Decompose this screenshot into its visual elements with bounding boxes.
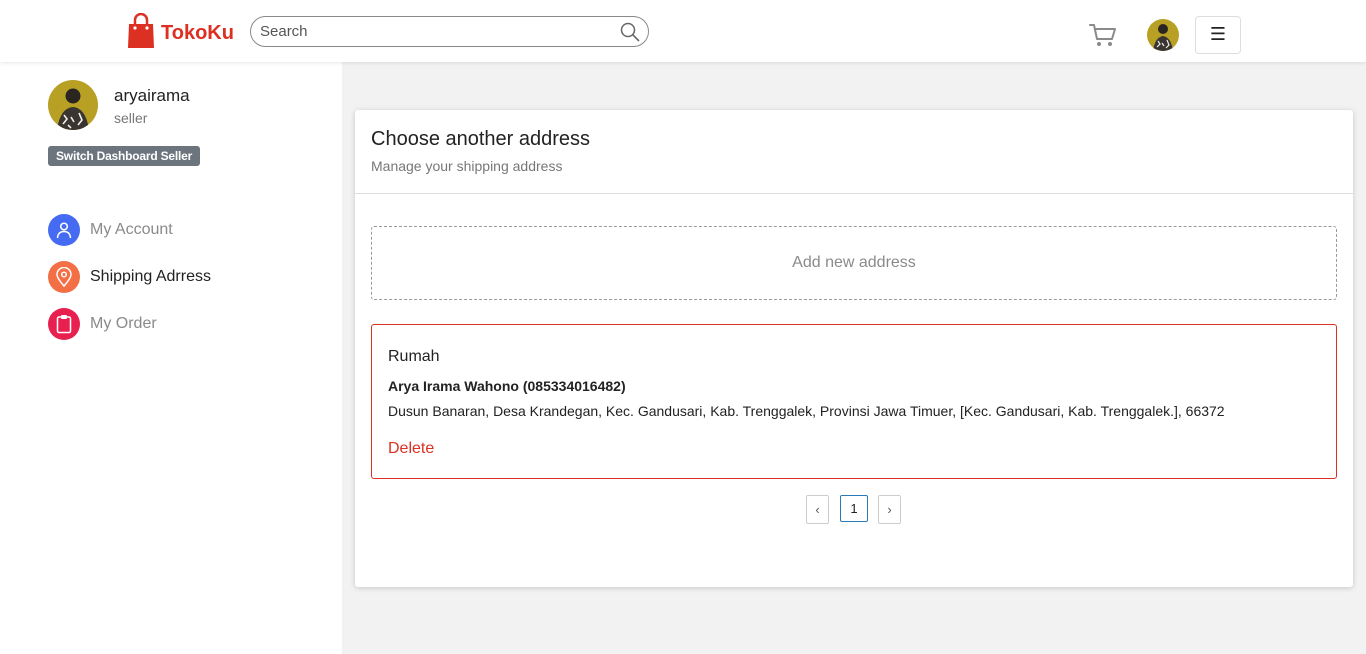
profile-username: aryairama <box>114 86 190 105</box>
sidebar: aryairama seller Switch Dashboard Seller… <box>0 62 342 654</box>
top-navbar: TokoKu ☰ <box>0 0 1366 62</box>
search-bar <box>250 16 649 47</box>
address-item[interactable]: Rumah Arya Irama Wahono (085334016482) D… <box>371 324 1337 479</box>
profile-role: seller <box>114 110 148 126</box>
add-new-address-button[interactable]: Add new address <box>371 226 1337 300</box>
pagination: ‹ 1 › <box>806 495 912 524</box>
page-title: Choose another address <box>371 128 591 150</box>
brand-name: TokoKu <box>161 21 234 44</box>
next-page-button[interactable]: › <box>878 495 901 524</box>
delete-address-button[interactable]: Delete <box>388 440 434 458</box>
sidebar-item-label: Shipping Adrress <box>90 268 211 285</box>
sidebar-item-label: My Account <box>90 221 173 238</box>
address-label: Rumah <box>388 348 440 365</box>
header-avatar[interactable] <box>1147 19 1179 51</box>
sidebar-item-my-account[interactable]: My Account <box>48 214 173 246</box>
cart-icon[interactable] <box>1089 22 1117 48</box>
hamburger-icon: ☰ <box>1209 24 1227 45</box>
prev-page-button[interactable]: ‹ <box>806 495 829 524</box>
address-detail: Dusun Banaran, Desa Krandegan, Kec. Gand… <box>388 403 1225 419</box>
address-card: Choose another address Manage your shipp… <box>355 110 1353 587</box>
address-recipient: Arya Irama Wahono (085334016482) <box>388 378 626 394</box>
page-subtitle: Manage your shipping address <box>371 158 563 174</box>
page-number-button[interactable]: 1 <box>840 495 868 522</box>
brand-logo[interactable]: TokoKu <box>127 13 234 49</box>
map-pin-icon <box>48 261 80 293</box>
search-input[interactable] <box>260 17 610 46</box>
shopping-bag-icon <box>128 13 154 48</box>
sidebar-item-label: My Order <box>90 315 157 332</box>
user-icon <box>48 214 80 246</box>
sidebar-item-my-order[interactable]: My Order <box>48 308 157 340</box>
divider <box>355 193 1353 194</box>
profile-avatar <box>48 80 98 130</box>
clipboard-icon <box>48 308 80 340</box>
search-icon[interactable] <box>620 22 640 42</box>
sidebar-item-shipping-address[interactable]: Shipping Adrress <box>48 261 211 293</box>
switch-dashboard-seller-button[interactable]: Switch Dashboard Seller <box>48 146 201 166</box>
menu-button[interactable]: ☰ <box>1195 16 1241 54</box>
